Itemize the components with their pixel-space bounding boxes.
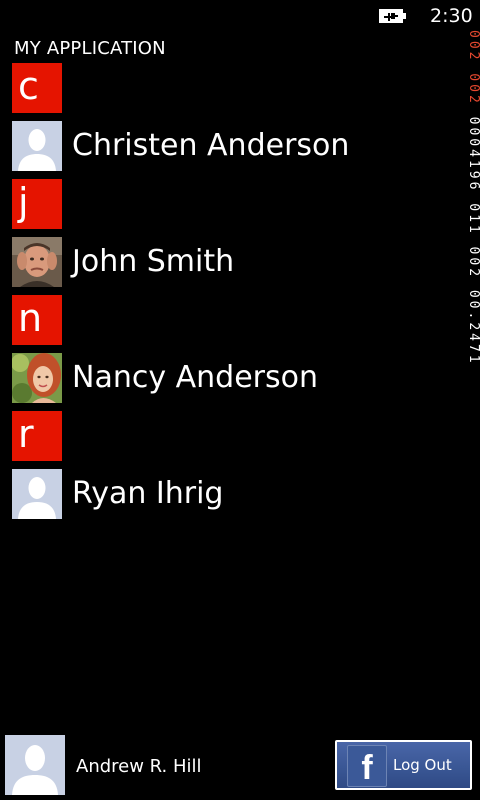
logout-label: Log Out	[393, 756, 452, 774]
frame-rate-counter: 002 002 0004196 011 002 00.2471	[466, 30, 480, 400]
contact-name[interactable]: Nancy Anderson	[72, 353, 318, 403]
status-bar: 2:30	[0, 0, 480, 32]
contact-name[interactable]: John Smith	[72, 237, 234, 287]
group-header-n[interactable]: n	[12, 295, 452, 353]
contact-list[interactable]: c Christen Anderson j John Smith n Nancy…	[12, 63, 452, 527]
list-item[interactable]: Christen Anderson	[12, 121, 452, 179]
group-header-c[interactable]: c	[12, 63, 452, 121]
user-avatar[interactable]	[5, 735, 65, 795]
list-item[interactable]: John Smith	[12, 237, 452, 295]
list-item[interactable]: Nancy Anderson	[12, 353, 452, 411]
contact-name[interactable]: Christen Anderson	[72, 121, 349, 171]
avatar-placeholder-icon	[5, 735, 65, 795]
facebook-logout-button[interactable]: f Log Out	[335, 740, 472, 790]
group-letter-tile[interactable]: n	[12, 295, 62, 345]
avatar-placeholder-icon	[12, 469, 62, 519]
battery-charging-icon	[379, 9, 406, 23]
group-letter-tile[interactable]: c	[12, 63, 62, 113]
phone-screen: 2:30 MY APPLICATION c Christen Anderson …	[0, 0, 480, 800]
frame-rate-counter-red: 002 002	[466, 30, 480, 106]
group-header-r[interactable]: r	[12, 411, 452, 469]
list-item[interactable]: Ryan Ihrig	[12, 469, 452, 527]
frame-rate-counter-values: 0004196 011 002 00.2471	[466, 116, 480, 366]
avatar-placeholder-icon	[12, 121, 62, 171]
contact-name[interactable]: Ryan Ihrig	[72, 469, 223, 519]
facebook-logo-icon: f	[347, 745, 387, 787]
status-time: 2:30	[430, 5, 473, 27]
frame-rate-counter-white	[466, 106, 480, 117]
avatar-photo	[12, 353, 62, 403]
group-letter-tile[interactable]: j	[12, 179, 62, 229]
group-letter-tile[interactable]: r	[12, 411, 62, 461]
user-name: Andrew R. Hill	[76, 756, 202, 777]
avatar-photo	[12, 237, 62, 287]
group-header-j[interactable]: j	[12, 179, 452, 237]
app-title: MY APPLICATION	[14, 38, 166, 59]
